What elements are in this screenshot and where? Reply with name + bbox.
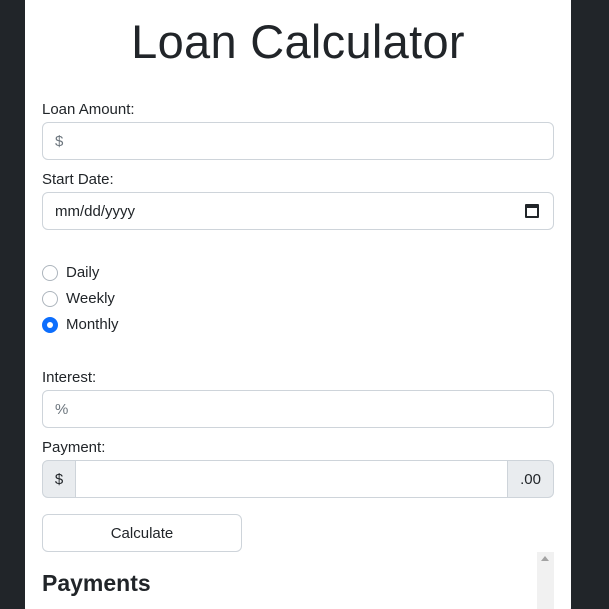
start-date-label: Start Date: <box>42 171 114 188</box>
payment-label: Payment: <box>42 439 106 456</box>
radio-daily-label: Daily <box>66 264 100 281</box>
radio-weekly-circle[interactable] <box>42 290 58 307</box>
start-date-input[interactable]: mm/dd/yyyy <box>42 192 554 230</box>
interest-label: Interest: <box>42 369 97 386</box>
payment-input[interactable] <box>76 460 507 498</box>
calculate-button[interactable]: Calculate <box>42 514 242 552</box>
interest-placeholder: % <box>55 400 69 418</box>
calendar-icon[interactable] <box>525 204 539 218</box>
radio-daily[interactable]: Daily <box>42 264 99 281</box>
radio-weekly[interactable]: Weekly <box>42 290 115 307</box>
scrollbar[interactable] <box>537 552 554 609</box>
payments-heading: Payments <box>42 570 151 596</box>
loan-amount-placeholder: $ <box>55 132 64 150</box>
loan-amount-label: Loan Amount: <box>42 101 135 118</box>
loan-amount-input[interactable]: $ <box>42 122 554 160</box>
radio-monthly-label: Monthly <box>66 316 119 333</box>
radio-monthly-circle[interactable] <box>42 316 58 333</box>
radio-monthly[interactable]: Monthly <box>42 316 119 333</box>
scroll-up-icon[interactable] <box>541 556 549 561</box>
radio-weekly-label: Weekly <box>66 290 115 307</box>
calculator-card: Loan Calculator Loan Amount: $ Start Dat… <box>25 0 571 609</box>
payment-suffix: .00 <box>507 460 554 498</box>
interest-input[interactable]: % <box>42 390 554 428</box>
start-date-placeholder: mm/dd/yyyy <box>55 202 136 220</box>
radio-daily-circle[interactable] <box>42 264 58 281</box>
page-title: Loan Calculator <box>131 15 465 68</box>
payment-input-group: $ .00 <box>42 460 554 498</box>
payment-prefix: $ <box>42 460 76 498</box>
